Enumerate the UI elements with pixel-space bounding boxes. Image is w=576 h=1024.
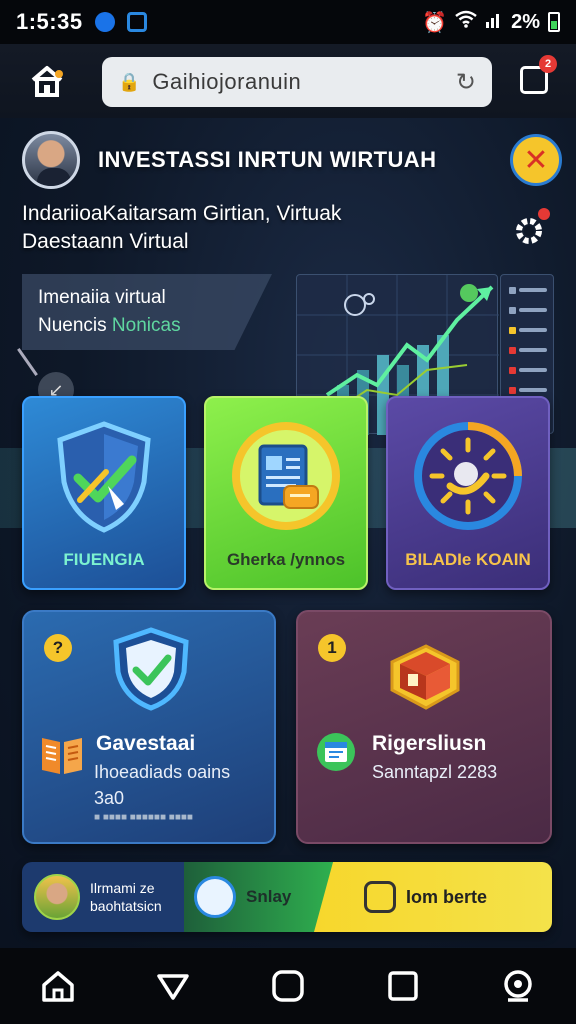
assistant-icon bbox=[504, 970, 533, 1002]
nav-home-button[interactable] bbox=[38, 966, 78, 1006]
banner-cta-label: Iom berte bbox=[406, 886, 488, 907]
shield-icon bbox=[364, 881, 396, 913]
nav-assistant-button[interactable] bbox=[498, 966, 538, 1006]
screen-notification-icon bbox=[126, 12, 147, 32]
home-icon bbox=[41, 971, 74, 1002]
system-nav-bar bbox=[0, 948, 576, 1024]
banner-app[interactable]: Snlay bbox=[184, 862, 334, 932]
nav-recent-button[interactable] bbox=[383, 966, 423, 1006]
lock-icon: 🔒 bbox=[118, 71, 141, 92]
battery-icon bbox=[548, 12, 560, 32]
tile-label: Gherka /ynnos bbox=[226, 550, 346, 569]
cube-icon bbox=[390, 644, 460, 710]
shield-check-icon bbox=[113, 627, 189, 711]
tile-fiuengia[interactable]: FIUENGIA bbox=[22, 396, 186, 590]
book-icon bbox=[42, 738, 82, 774]
recent-apps-icon bbox=[388, 971, 418, 1001]
calendar-icon bbox=[317, 733, 355, 771]
close-icon: ✕ bbox=[523, 143, 549, 177]
card-title: Rigersliusn bbox=[372, 732, 487, 755]
chat-app-icon bbox=[194, 876, 236, 918]
subtitle-line-2: Daestaann Virtual bbox=[22, 230, 189, 253]
reload-icon[interactable]: ↻ bbox=[456, 68, 476, 97]
page-title: INVESTASSI INRTUN WIRTUAH bbox=[98, 147, 437, 172]
browser-home-button[interactable] bbox=[28, 64, 66, 98]
battery-percent: 2% bbox=[511, 10, 540, 33]
wifi-icon bbox=[455, 10, 477, 34]
banner-avatar bbox=[34, 874, 80, 920]
card-value: 3a0 bbox=[94, 788, 125, 808]
url-text: Gaihiojoranuin bbox=[152, 69, 302, 94]
info-card-highlight: Nonicas bbox=[111, 315, 181, 336]
card-caption: ■ ■■■■ ■■■■■■ ■■■■ bbox=[94, 812, 193, 823]
card-gavestaai[interactable]: ? Gavestaai Ihoeadiads oains 3a0 ■ ■■■■ … bbox=[22, 610, 276, 844]
page-subtitle: IndariioaKaitarsam Girtian, Virtuak Daes… bbox=[22, 200, 492, 256]
subtitle-line-1: IndariioaKaitarsam Girtian, Virtuak bbox=[22, 202, 342, 225]
nav-back-button[interactable] bbox=[153, 966, 193, 1006]
banner-text-line-2: baohtatsicn bbox=[90, 898, 162, 914]
tile-label: FIUENGIA bbox=[63, 550, 145, 569]
status-bar: 1:5:35 ⏰ 2% bbox=[0, 0, 576, 44]
info-card[interactable]: Imenaiia virtual Nuencis Nonicas bbox=[22, 274, 272, 350]
banner-app-label: Snlay bbox=[246, 887, 292, 906]
alarm-icon: ⏰ bbox=[422, 11, 448, 34]
card-text: Ihoeadiads oains bbox=[94, 762, 231, 782]
tile-biladie[interactable]: BILADIe KOAIN bbox=[386, 396, 550, 590]
banner-text-line-1: Ilrmami ze bbox=[90, 880, 155, 896]
address-bar[interactable]: 🔒 Gaihiojoranuin ↻ bbox=[102, 57, 492, 107]
banner-cta-button[interactable]: Iom berte bbox=[314, 862, 552, 932]
home-icon bbox=[31, 66, 63, 97]
back-triangle-icon bbox=[157, 974, 189, 1000]
main-content: INVESTASSI INRTUN WIRTUAH ✕ IndariioaKai… bbox=[0, 118, 576, 948]
square-icon bbox=[272, 970, 304, 1002]
shield-check-icon bbox=[57, 421, 151, 533]
info-card-line-2: Nuencis Nonicas bbox=[38, 312, 256, 340]
info-card-prefix: Nuencis bbox=[38, 315, 112, 336]
card-text: Sanntapzl 2283 bbox=[372, 762, 498, 782]
number-badge: 1 bbox=[318, 634, 346, 662]
promo-banner[interactable]: Ilrmami ze baohtatsicn Snlay Iom berte bbox=[22, 862, 552, 932]
tabs-button[interactable]: 2 bbox=[520, 55, 557, 94]
status-time: 1:5:35 bbox=[16, 9, 83, 34]
card-title: Gavestaai bbox=[96, 732, 196, 755]
document-card-icon bbox=[232, 422, 340, 530]
nav-overview-button[interactable] bbox=[268, 966, 308, 1006]
tile-label: BILADIe KOAIN bbox=[405, 550, 531, 569]
tile-gherka[interactable]: Gherka /ynnos bbox=[204, 396, 368, 590]
avatar[interactable] bbox=[22, 131, 80, 189]
close-button[interactable]: ✕ bbox=[510, 134, 562, 186]
card-rigersliusn[interactable]: 1 Rigersliusn Sanntapzl 2283 bbox=[296, 610, 552, 844]
settings-notification-dot bbox=[538, 208, 550, 220]
info-card-line-1: Imenaiia virtual bbox=[38, 287, 166, 308]
help-badge: ? bbox=[44, 634, 72, 662]
signal-icon bbox=[485, 10, 503, 34]
settings-button[interactable] bbox=[512, 208, 550, 248]
banner-profile: Ilrmami ze baohtatsicn bbox=[22, 862, 184, 932]
banner-text: Ilrmami ze baohtatsicn bbox=[90, 879, 162, 915]
tabs-count-badge: 2 bbox=[539, 55, 557, 73]
app-notification-icon bbox=[94, 12, 115, 32]
pointer-stem bbox=[17, 348, 38, 376]
browser-toolbar: 🔒 Gaihiojoranuin ↻ 2 bbox=[0, 44, 576, 118]
sun-dial-icon bbox=[414, 422, 522, 530]
page-header: INVESTASSI INRTUN WIRTUAH ✕ bbox=[22, 128, 562, 192]
